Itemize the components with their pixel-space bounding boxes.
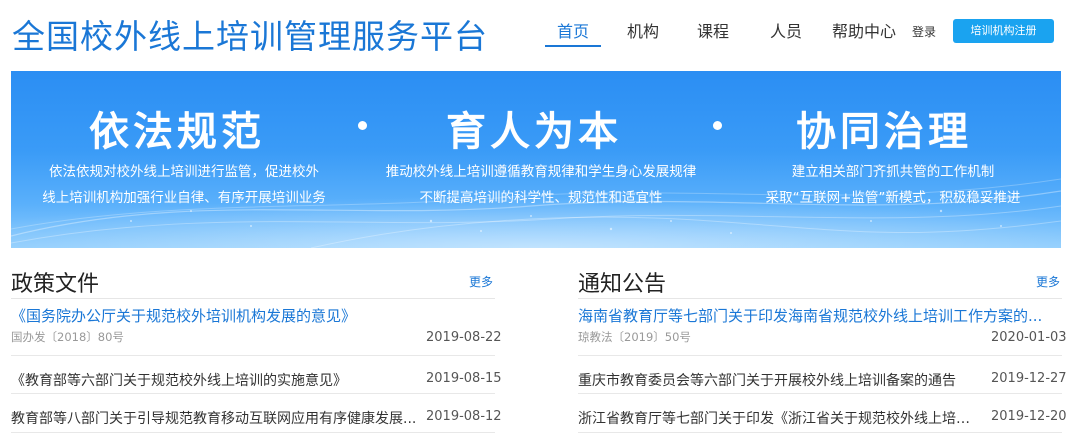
notice-section-title: 通知公告 [578,272,667,297]
list-item[interactable]: 重庆市教育委员会等六部门关于开展校外线上培训备案的通告 2019-12-27 [578,370,1067,394]
divider [11,432,495,433]
site-header: 全国校外线上培训管理服务平台 首页 机构 课程 人员 帮助中心 登录 培训机构注… [0,0,1080,64]
list-item-title[interactable]: 《教育部等六部门关于规范校外线上培训的实施意见》 [11,370,411,390]
divider [11,393,495,394]
notice-more-link[interactable]: 更多 [1036,273,1060,290]
list-item-title[interactable]: 教育部等八部门关于引导规范教育移动互联网应用有序健康发展... [11,408,419,428]
login-link[interactable]: 登录 [912,23,936,40]
list-item-date: 2019-12-27 [991,371,1067,386]
banner-heading-2: 育人为本 [446,109,622,155]
list-item-date: 2019-08-12 [426,409,502,424]
list-item[interactable]: 教育部等八部门关于引导规范教育移动互联网应用有序健康发展... 2019-08-… [11,408,502,432]
list-item-title[interactable]: 海南省教育厅等七部门关于印发海南省规范校外线上培训工作方案的... [578,305,1062,326]
nav-active-underline [545,45,601,47]
nav-item-help-center[interactable]: 帮助中心 [832,18,896,42]
policy-more-link[interactable]: 更多 [469,273,493,290]
list-item[interactable]: 《教育部等六部门关于规范校外线上培训的实施意见》 2019-08-15 [11,370,502,394]
list-item-doc-number: 琼教法〔2019〕50号 [578,330,691,344]
hero-banner: 依法规范 育人为本 协同治理 依法依规对校外线上培训进行监管，促进校外 线上培训… [11,71,1061,248]
banner-text-1a: 依法依规对校外线上培训进行监管，促进校外 [49,164,319,180]
list-item[interactable]: 海南省教育厅等七部门关于印发海南省规范校外线上培训工作方案的... 琼教法〔20… [578,305,1067,353]
nav-item-home[interactable]: 首页 [557,18,589,42]
nav-item-personnel[interactable]: 人员 [770,18,802,42]
divider [11,355,495,356]
site-title[interactable]: 全国校外线上培训管理服务平台 [12,10,488,58]
institution-register-button[interactable]: 培训机构注册 [953,19,1054,43]
list-item-title[interactable]: 重庆市教育委员会等六部门关于开展校外线上培训备案的通告 [578,370,973,390]
divider [11,298,495,299]
list-item-doc-number: 国办发〔2018〕80号 [11,330,124,344]
banner-text-2b: 不断提高培训的科学性、规范性和适宜性 [419,190,663,206]
nav-item-courses[interactable]: 课程 [697,18,729,42]
banner-text-3a: 建立相关部门齐抓共管的工作机制 [791,164,995,180]
banner-separator-dot [358,121,367,130]
list-item-date: 2020-01-03 [991,330,1067,345]
banner-heading-3: 协同治理 [796,109,972,155]
banner-separator-dot [713,121,722,130]
policy-section-title: 政策文件 [11,272,100,297]
banner-text-3b: 采取“互联网+监管”新模式，积极稳妥推进 [765,190,1021,206]
list-item-title[interactable]: 浙江省教育厅等七部门关于印发《浙江省关于规范校外线上培训... [578,408,983,428]
divider [578,393,1062,394]
banner-heading-1: 依法规范 [89,109,265,155]
list-item[interactable]: 《国务院办公厅关于规范校外培训机构发展的意见》 国办发〔2018〕80号 201… [11,305,502,353]
divider [578,298,1062,299]
banner-text-2a: 推动校外线上培训遵循教育规律和学生身心发展规律 [385,164,697,180]
list-item-date: 2019-08-22 [426,330,502,345]
list-item-date: 2019-08-15 [426,371,502,386]
divider [578,355,1062,356]
banner-text-1b: 线上培训机构加强行业自律、有序开展培训业务 [42,190,326,206]
list-item-date: 2019-12-20 [991,409,1067,424]
divider [578,432,1062,433]
list-item-title[interactable]: 《国务院办公厅关于规范校外培训机构发展的意见》 [11,305,411,326]
list-item[interactable]: 浙江省教育厅等七部门关于印发《浙江省关于规范校外线上培训... 2019-12-… [578,408,1067,432]
nav-item-institutions[interactable]: 机构 [627,18,659,42]
